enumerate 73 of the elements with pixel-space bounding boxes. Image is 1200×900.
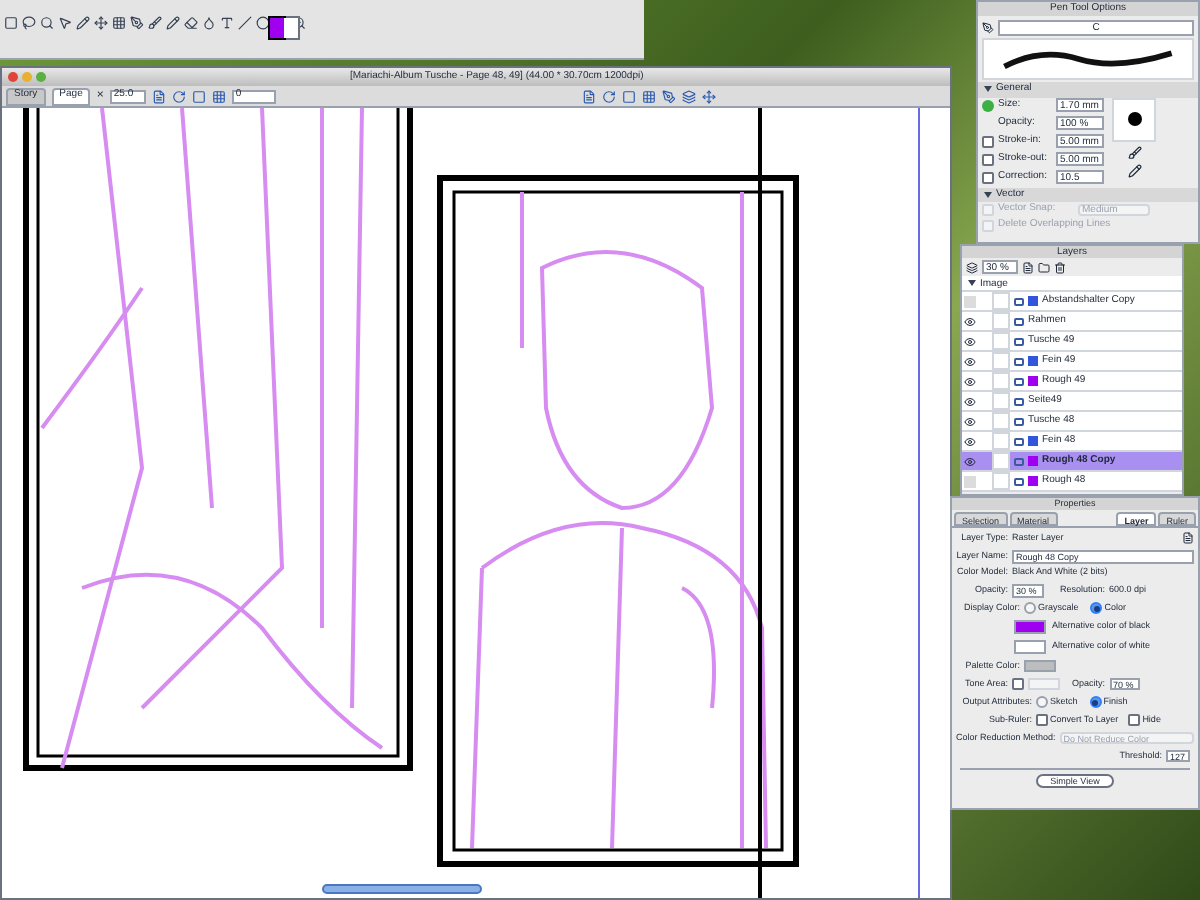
pencil-icon[interactable]	[76, 16, 90, 30]
drop-icon[interactable]	[202, 16, 216, 30]
color-well[interactable]	[1014, 620, 1046, 634]
layer-type-icon	[1014, 477, 1024, 485]
grid-icon[interactable]	[211, 89, 226, 103]
radio-button[interactable]	[1036, 696, 1048, 708]
checkbox[interactable]	[982, 135, 994, 147]
checkbox[interactable]	[1128, 714, 1141, 726]
brush-icon[interactable]	[148, 16, 162, 30]
checkbox[interactable]	[982, 171, 994, 183]
frame-icon[interactable]	[191, 89, 206, 103]
tone-area-field	[1028, 678, 1060, 690]
layers-icon[interactable]	[966, 261, 978, 273]
disclosure-triangle-icon[interactable]	[984, 191, 992, 198]
magnifier-icon[interactable]	[40, 16, 54, 30]
visibility-toggle[interactable]	[964, 295, 976, 307]
horizontal-scrollbar[interactable]	[322, 884, 482, 894]
palette-color-well[interactable]	[1024, 660, 1056, 672]
color-swatch[interactable]	[284, 18, 298, 38]
eye-icon[interactable]	[964, 395, 976, 407]
document-icon[interactable]	[1182, 532, 1194, 544]
checkbox[interactable]	[1036, 714, 1048, 726]
grid-icon[interactable]	[641, 89, 656, 103]
move-icon[interactable]	[701, 89, 716, 103]
page-icon[interactable]	[151, 89, 166, 103]
grid-icon[interactable]	[112, 16, 126, 30]
color-swatch[interactable]	[270, 18, 284, 38]
pencil-icon[interactable]	[166, 16, 180, 30]
frame-icon[interactable]	[621, 89, 636, 103]
move-icon[interactable]	[94, 16, 108, 30]
layer-type-icon	[1014, 297, 1024, 305]
layer-type-icon	[1014, 337, 1024, 345]
brush-icon[interactable]	[1127, 145, 1141, 159]
layer-type-icon	[1014, 377, 1024, 385]
eye-icon[interactable]	[964, 315, 976, 327]
layer-type-icon	[1014, 417, 1024, 425]
layer-type-icon	[1014, 357, 1024, 365]
eraser-icon[interactable]	[184, 16, 198, 30]
eye-icon[interactable]	[964, 375, 976, 387]
layer-type-icon	[1014, 317, 1024, 325]
eye-icon[interactable]	[964, 355, 976, 367]
radio-button[interactable]	[1024, 602, 1036, 614]
text-tool-icon[interactable]	[220, 16, 234, 30]
radio-button[interactable]	[1089, 696, 1102, 708]
disclosure-triangle-icon[interactable]	[968, 280, 976, 286]
radio-button[interactable]	[1090, 602, 1103, 614]
disclosure-triangle-icon[interactable]	[984, 86, 992, 93]
eye-icon[interactable]	[964, 435, 976, 447]
folder-icon[interactable]	[1038, 261, 1050, 273]
layer-type-icon	[1014, 397, 1024, 405]
checkbox[interactable]	[1012, 678, 1024, 690]
eye-icon[interactable]	[964, 335, 976, 347]
trash-icon[interactable]	[1054, 261, 1066, 273]
rotate-icon[interactable]	[171, 89, 186, 103]
eye-icon[interactable]	[964, 415, 976, 427]
visibility-toggle[interactable]	[964, 475, 976, 487]
page-icon[interactable]	[581, 89, 596, 103]
layer-type-icon	[1014, 457, 1024, 465]
eye-icon[interactable]	[964, 455, 976, 467]
close-window-icon[interactable]	[8, 72, 18, 82]
new-layer-icon[interactable]	[1022, 261, 1034, 273]
pointer-icon[interactable]	[58, 16, 72, 30]
pen-icon[interactable]	[130, 16, 144, 30]
lasso-icon[interactable]	[22, 16, 36, 30]
rotate-icon[interactable]	[601, 89, 616, 103]
ellipse-icon[interactable]	[256, 16, 270, 30]
line-icon[interactable]	[238, 16, 252, 30]
checkbox[interactable]	[982, 153, 994, 165]
selection-rect-icon[interactable]	[4, 16, 18, 30]
color-well[interactable]	[1014, 640, 1046, 654]
pencil-icon[interactable]	[1127, 163, 1141, 177]
layer-type-icon	[1014, 437, 1024, 445]
pen-icon[interactable]	[982, 21, 994, 33]
